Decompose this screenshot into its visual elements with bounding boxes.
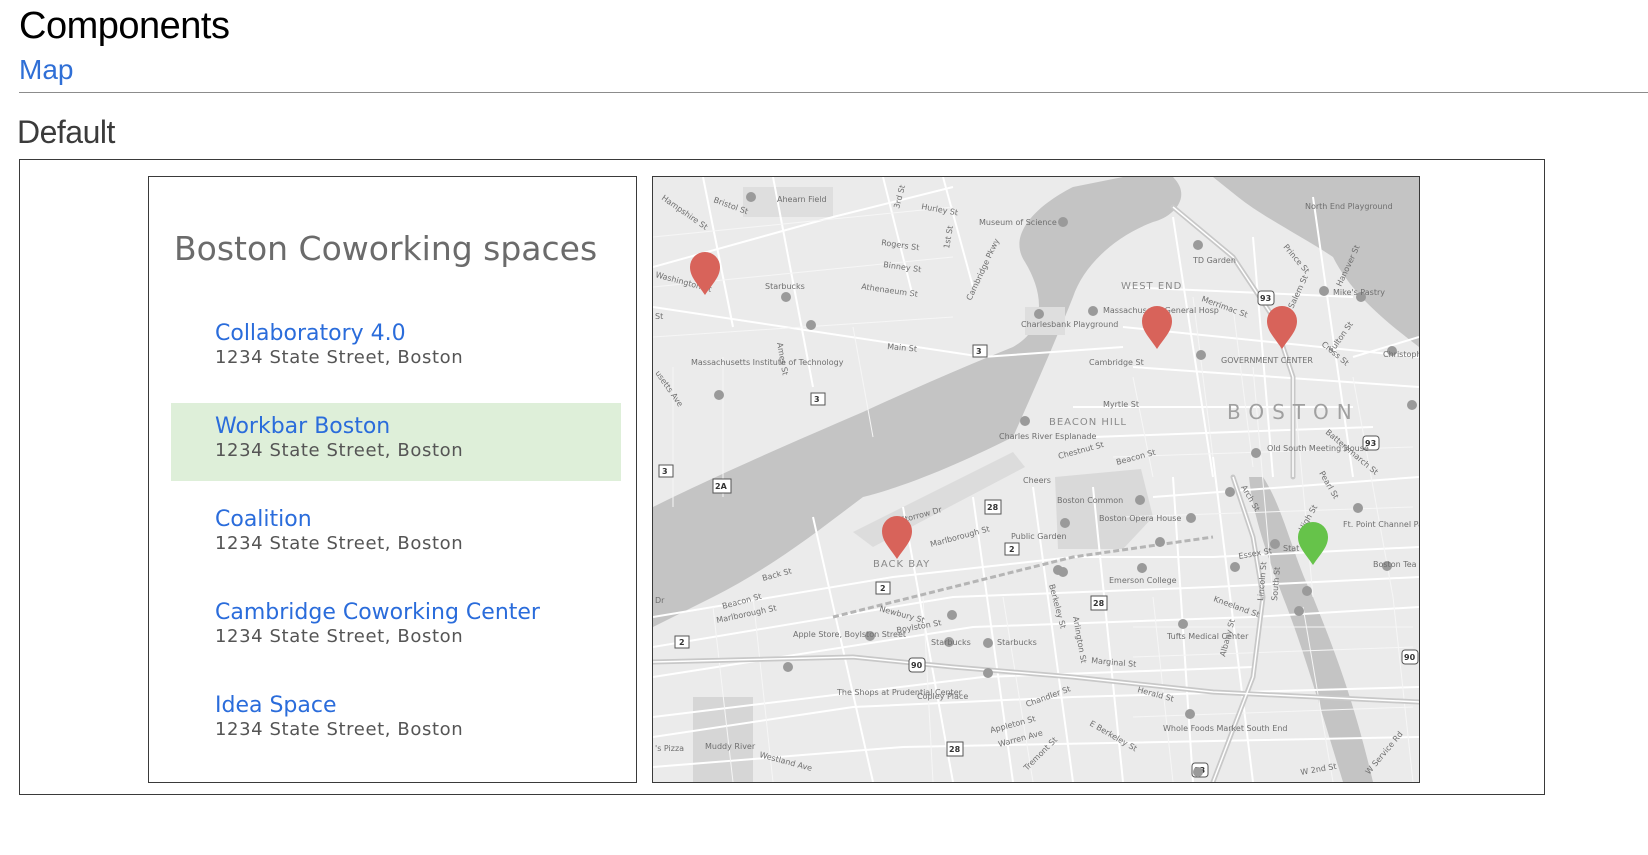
map-label: Starbucks — [997, 638, 1037, 647]
map-label: Stat — [1283, 544, 1299, 553]
map-label: Public Garden — [1011, 532, 1067, 541]
map-label: Ft. Point Channel Parks — [1343, 520, 1419, 529]
svg-text:28: 28 — [1093, 599, 1105, 608]
list-item-coalition[interactable]: Coalition 1234 State Street, Boston — [171, 496, 621, 574]
map-label: Massachusetts Institute of Technology — [691, 358, 844, 367]
map-label: Whole Foods Market South End — [1163, 724, 1288, 733]
location-name: Workbar Boston — [215, 414, 391, 439]
map-label: TD Garden — [1192, 256, 1236, 265]
svg-text:3: 3 — [662, 467, 668, 476]
map-label: North End Playground — [1305, 202, 1393, 211]
map-label: Charles River Esplanade — [999, 432, 1096, 441]
route-shield: 3 — [810, 392, 826, 406]
svg-text:93: 93 — [1260, 294, 1271, 303]
location-name: Collaboratory 4.0 — [215, 321, 406, 346]
map-label: Apple Store, Boylston Street — [793, 630, 906, 639]
location-name: Coalition — [215, 507, 312, 532]
route-shield: 2 — [674, 635, 690, 649]
list-item-idea-space[interactable]: Idea Space 1234 State Street, Boston — [171, 682, 621, 760]
map-label: Dr — [655, 596, 665, 605]
list-item-collaboratory[interactable]: Collaboratory 4.0 1234 State Street, Bos… — [171, 310, 621, 388]
map-label: Boston Tea Ships & — [1373, 560, 1419, 569]
location-address: 1234 State Street, Boston — [215, 626, 464, 647]
map-label: Ahearn Field — [777, 195, 827, 204]
svg-text:2: 2 — [880, 584, 886, 593]
map-area-label: WEST END — [1121, 281, 1182, 292]
map-label: Cambridge St — [1089, 358, 1144, 367]
section-title: Default — [17, 114, 115, 150]
map-label: Charlesbank Playground — [1021, 320, 1118, 329]
svg-text:2: 2 — [1009, 545, 1015, 554]
header-divider — [19, 92, 1648, 93]
location-list-heading: Boston Coworking spaces — [174, 229, 598, 268]
location-name: Idea Space — [215, 693, 337, 718]
route-shield: 93 — [1257, 290, 1275, 306]
route-shield: 3 — [972, 344, 988, 358]
map-city-label: BOSTON — [1227, 400, 1360, 424]
route-shield: 90 — [1401, 649, 1419, 665]
list-item-workbar-boston[interactable]: Workbar Boston 1234 State Street, Boston — [171, 403, 621, 481]
svg-text:28: 28 — [949, 745, 961, 754]
route-shield: 2 — [875, 581, 891, 595]
location-address: 1234 State Street, Boston — [215, 719, 464, 740]
location-list: Collaboratory 4.0 1234 State Street, Bos… — [171, 310, 621, 775]
map-area-label: BEACON HILL — [1049, 417, 1127, 428]
map-label: Starbucks — [931, 638, 971, 647]
map-label: Mike's Pastry — [1333, 288, 1385, 297]
map-label: Starbucks — [765, 282, 805, 291]
map-label: Museum of Science — [979, 218, 1057, 227]
location-list-panel: Boston Coworking spaces Collaboratory 4.… — [148, 176, 637, 783]
map-panel[interactable]: 3 3 3 2A 28 2 2 28 2 90 90 93 93 28 93 — [652, 176, 1420, 783]
route-shield: 3 — [658, 464, 674, 478]
route-shield: 2A — [712, 478, 732, 494]
location-address: 1234 State Street, Boston — [215, 347, 464, 368]
map-label: Copley Place — [917, 692, 968, 701]
svg-text:3: 3 — [976, 347, 982, 356]
breadcrumb-map-link[interactable]: Map — [19, 52, 73, 88]
svg-text:90: 90 — [911, 661, 923, 670]
map-label: Myrtle St — [1103, 400, 1139, 409]
route-shield: 90 — [908, 657, 926, 673]
map-label: St — [655, 312, 663, 321]
location-address: 1234 State Street, Boston — [215, 533, 464, 554]
map-label: Muddy River — [705, 742, 756, 751]
location-address: 1234 State Street, Boston — [215, 440, 464, 461]
map-label: GOVERNMENT CENTER — [1221, 356, 1313, 365]
map-label: Cheers — [1023, 476, 1051, 485]
svg-text:2: 2 — [679, 638, 685, 647]
map-label: Boston Common — [1057, 496, 1123, 505]
route-shield: 2 — [1004, 542, 1020, 556]
route-shield: 28 — [984, 499, 1002, 515]
page-title: Components — [19, 5, 230, 47]
svg-text:90: 90 — [1404, 653, 1416, 662]
svg-text:2A: 2A — [715, 482, 728, 491]
location-name: Cambridge Coworking Center — [215, 600, 540, 625]
map-label: Tufts Medical Center — [1166, 632, 1249, 641]
route-shield: 28 — [1090, 595, 1108, 611]
map-area-label: BACK BAY — [873, 559, 930, 570]
route-shield: 28 — [946, 741, 964, 757]
map-label: 's Pizza — [655, 744, 684, 753]
map-canvas[interactable]: 3 3 3 2A 28 2 2 28 2 90 90 93 93 28 93 — [653, 177, 1419, 782]
map-label: Emerson College — [1109, 576, 1177, 585]
map-label: Boston Opera House — [1099, 514, 1181, 523]
list-item-cambridge-coworking[interactable]: Cambridge Coworking Center 1234 State St… — [171, 589, 621, 667]
map-label: Christopher Columbus — [1383, 350, 1419, 359]
svg-text:28: 28 — [987, 503, 999, 512]
muddy-river-park — [693, 697, 753, 782]
svg-text:3: 3 — [814, 395, 820, 404]
